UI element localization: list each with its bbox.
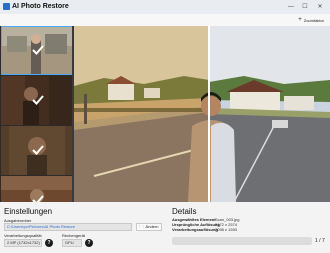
settings-heading: Einstellungen bbox=[4, 207, 53, 216]
checkmark-icon bbox=[32, 195, 44, 202]
bottom-panel: Einstellungen Ausgabeordner C:\Users\pc\… bbox=[0, 202, 330, 253]
checkmark-icon bbox=[32, 145, 44, 155]
details-heading: Details bbox=[172, 207, 197, 216]
change-button-label: Ändern bbox=[145, 224, 159, 229]
split-divider-handle[interactable] bbox=[208, 26, 210, 202]
device-value: GPU bbox=[65, 240, 74, 245]
plus-icon: + bbox=[298, 17, 302, 23]
original-photo bbox=[74, 26, 210, 202]
page-indicator: 1 / 7 bbox=[315, 238, 325, 244]
quality-value: 2 MP (1732x1732) bbox=[7, 240, 40, 245]
thumbnail-1[interactable] bbox=[1, 26, 73, 75]
thumbnail-2[interactable] bbox=[1, 76, 73, 125]
device-label: Rechengerät bbox=[62, 233, 85, 238]
thumbnail-3[interactable] bbox=[1, 126, 73, 175]
folder-icon: 🗀 bbox=[139, 224, 144, 229]
title-bar: AI Photo Restore — ☐ ✕ bbox=[0, 0, 330, 14]
zoom-label: Zoomfaktor bbox=[303, 17, 324, 23]
close-button[interactable]: ✕ bbox=[315, 2, 325, 12]
minimize-button[interactable]: — bbox=[286, 2, 296, 12]
device-info-icon[interactable]: ? bbox=[85, 239, 93, 247]
image-viewer[interactable] bbox=[74, 26, 330, 202]
quality-info-icon[interactable]: ? bbox=[45, 239, 53, 247]
zoom-button[interactable]: + Zoomfaktor bbox=[298, 15, 324, 25]
maximize-button[interactable]: ☐ bbox=[300, 2, 310, 12]
photo-comparison bbox=[74, 26, 330, 202]
thumbnail-4[interactable] bbox=[1, 176, 73, 202]
app-title: AI Photo Restore bbox=[12, 3, 69, 10]
detail-key-processing-resolution: Verarbeitungsauflösung bbox=[172, 227, 218, 232]
change-folder-button[interactable]: 🗀 Ändern bbox=[136, 223, 162, 231]
output-folder-field[interactable]: C:\Users\pc\Pictures\AI Photo Restore bbox=[4, 223, 132, 231]
detail-value-processing-resolution: 2098 x 1553 bbox=[215, 227, 238, 232]
toolbar: + Zoomfaktor bbox=[0, 14, 330, 26]
quality-select[interactable]: 2 MP (1732x1732) bbox=[4, 239, 42, 247]
quality-label: Verarbeitungsqualität bbox=[4, 233, 42, 238]
device-select[interactable]: GPU bbox=[62, 239, 82, 247]
checkmark-icon bbox=[32, 95, 44, 105]
app-logo-icon bbox=[3, 3, 10, 10]
progress-bar bbox=[172, 237, 312, 245]
thumbnail-list bbox=[0, 26, 74, 202]
checkmark-icon bbox=[32, 45, 44, 55]
